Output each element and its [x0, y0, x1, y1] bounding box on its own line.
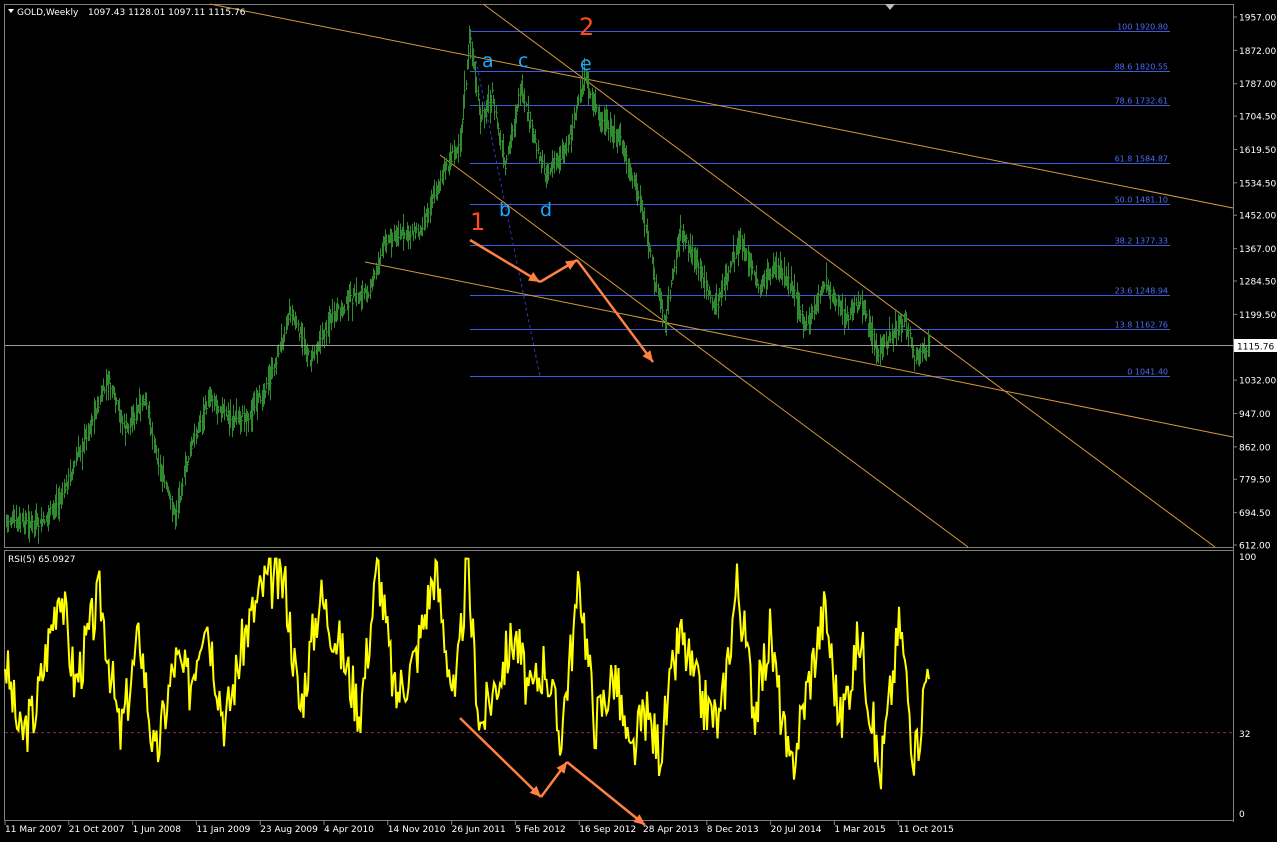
price-tick-label: 1872.00 [1239, 47, 1276, 57]
time-tick-label: 26 Jun 2011 [452, 825, 506, 835]
price-tick-label: 947.00 [1239, 410, 1271, 420]
fib-level-label: 78.6 1732.61 [1115, 97, 1168, 106]
price-tick-label: 1199.50 [1239, 311, 1276, 321]
time-tick-label: 11 Jan 2009 [196, 825, 250, 835]
fib-level-label: 88.6 1820.55 [1115, 63, 1168, 72]
price-tick-label: 1704.50 [1239, 113, 1276, 123]
time-tick-label: 4 Apr 2010 [324, 825, 374, 835]
time-tick-label: 20 Jul 2014 [771, 825, 822, 835]
fib-level-label: 50.0 1481.10 [1115, 196, 1168, 205]
wave-label-1[interactable]: 1 [470, 208, 485, 236]
wave-label-b[interactable]: b [499, 199, 511, 221]
arrow-down-1[interactable] [469, 238, 541, 284]
price-tick-label: 612.00 [1239, 542, 1271, 552]
trend-lines[interactable] [209, 3, 1234, 548]
wave-label-2[interactable]: 2 [579, 13, 594, 41]
fib-level-label: 100 1920.80 [1117, 23, 1168, 32]
rsi-label: RSI(5) 65.0927 [8, 555, 75, 565]
fib-level-label: 38.2 1377.33 [1115, 237, 1168, 246]
wave-arrows[interactable] [459, 238, 655, 826]
price-bars [6, 25, 931, 544]
wave-label-e[interactable]: e [580, 53, 592, 75]
trend-line[interactable] [482, 3, 1216, 548]
time-tick-label: 11 Oct 2015 [898, 825, 954, 835]
time-tick-label: 1 Jun 2008 [133, 825, 182, 835]
trend-line[interactable] [364, 261, 1234, 438]
price-tick-label: 1957.00 [1239, 14, 1276, 24]
time-tick-label: 16 Sep 2012 [579, 825, 636, 835]
price-tick-label: 1367.00 [1239, 245, 1276, 255]
time-tick-label: 8 Dec 2013 [707, 825, 759, 835]
trend-line[interactable] [439, 154, 969, 548]
price-axis[interactable]: 1957.00 1872.00 1787.00 1704.50 1619.50 1534.… [1233, 14, 1276, 552]
price-tick-label: 779.50 [1239, 476, 1271, 486]
rsi-indicator [4, 556, 1233, 790]
rsi-axis-32: 32 [1239, 730, 1250, 740]
price-tick-label: 1534.50 [1239, 179, 1276, 189]
time-tick-label: 14 Nov 2010 [388, 825, 446, 835]
menu-dropdown-icon[interactable] [8, 9, 14, 13]
time-tick-label: 11 Mar 2007 [5, 825, 62, 835]
chart-shift-marker-icon[interactable] [885, 4, 895, 10]
fibonacci-retracement[interactable]: 100 1920.80 88.6 1820.55 78.6 1732.61 61.8 … [469, 23, 1170, 377]
price-tick-label: 1284.50 [1239, 278, 1276, 288]
fib-level-label: 0 1041.40 [1127, 368, 1168, 377]
fib-level-label: 13.8 1162.76 [1115, 321, 1168, 330]
symbol-label: GOLD,Weekly [17, 8, 79, 18]
time-tick-label: 23 Aug 2009 [260, 825, 318, 835]
wave-label-d[interactable]: d [540, 199, 552, 221]
price-bars-path [6, 25, 931, 544]
wave-label-a[interactable]: a [482, 50, 494, 72]
price-tick-label: 1032.00 [1239, 377, 1276, 387]
arrow-down-2[interactable] [575, 259, 655, 363]
time-tick-label: 28 Apr 2013 [643, 825, 699, 835]
time-tick-label: 1 Mar 2015 [834, 825, 885, 835]
chart-window[interactable]: 100 1920.80 88.6 1820.55 78.6 1732.61 61.8 … [0, 0, 1277, 842]
time-tick-label: 5 Feb 2012 [515, 825, 565, 835]
price-tick-label: 1619.50 [1239, 146, 1276, 156]
rsi-arrow-down-2[interactable] [566, 761, 646, 826]
price-tick-label: 694.50 [1239, 509, 1271, 519]
fib-level-label: 23.6 1248.94 [1115, 287, 1168, 296]
price-tick-label: 1787.00 [1239, 80, 1276, 90]
rsi-axis-100: 100 [1239, 553, 1256, 563]
price-tick-label: 1452.00 [1239, 212, 1276, 222]
time-axis[interactable]: 11 Mar 2007 21 Oct 2007 1 Jun 2008 11 Jan 2… [4, 821, 954, 835]
rsi-line [4, 556, 930, 790]
current-price-label: 1115.76 [1237, 343, 1274, 353]
ohlc-label: 1097.43 1128.01 1097.11 1115.76 [88, 8, 246, 18]
fib-level-label: 61.8 1584.87 [1115, 155, 1168, 164]
rsi-arrow-down-1[interactable] [459, 717, 542, 798]
price-tick-label: 862.00 [1239, 443, 1271, 453]
time-tick-label: 21 Oct 2007 [69, 825, 125, 835]
rsi-axis-0: 0 [1239, 810, 1245, 820]
wave-label-c[interactable]: c [518, 50, 528, 72]
